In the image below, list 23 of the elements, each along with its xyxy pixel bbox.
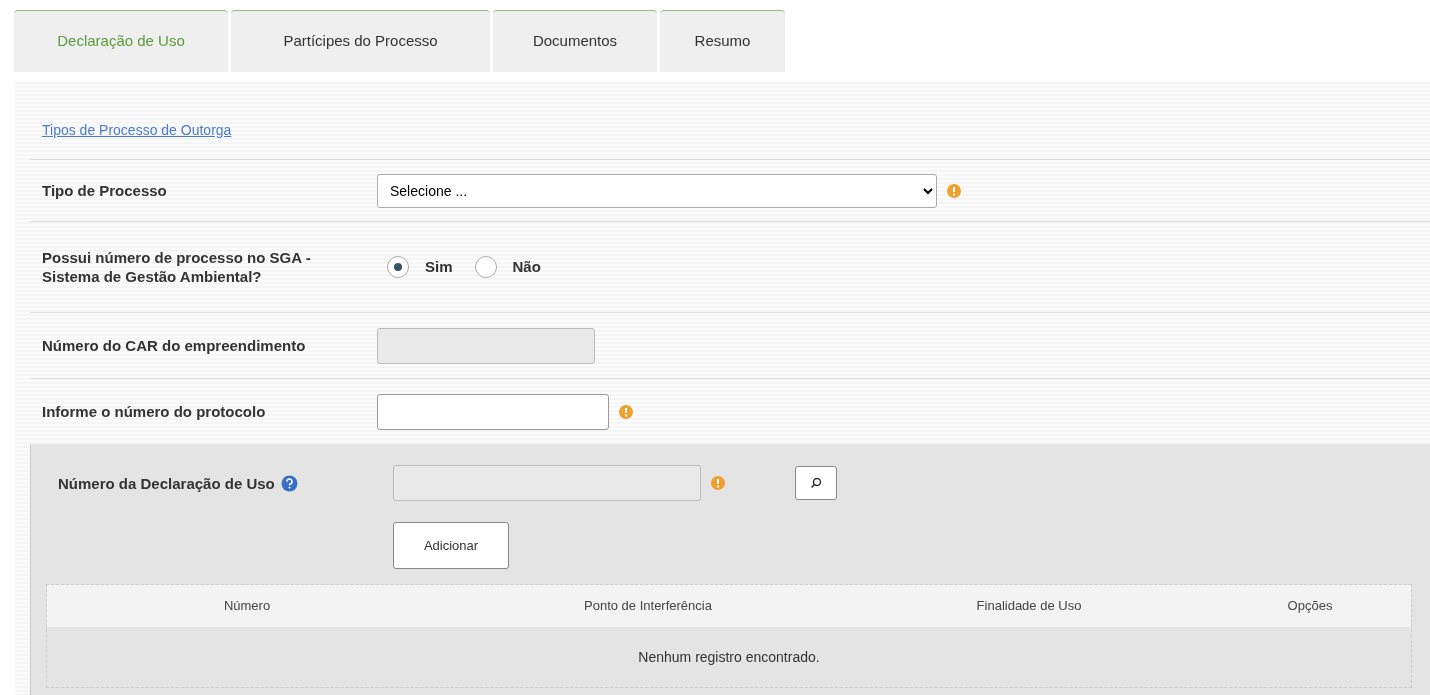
radio-button[interactable]	[474, 256, 497, 278]
column-header: Finalidade de Uso	[975, 597, 1083, 616]
tab[interactable]: Resumo	[660, 10, 785, 72]
field-label: Tipo de Processo	[42, 181, 168, 200]
radio-label: Não	[512, 256, 541, 277]
column-header: Número	[222, 597, 272, 616]
field-label: Informe o número do protocolo	[42, 402, 267, 421]
field-label: Possui número de processo no SGA - Sistema de Gestão Ambiental?	[42, 248, 312, 286]
tab[interactable]: Partícipes do Processo	[231, 10, 490, 72]
process-type-select[interactable]: Selecione ...	[377, 173, 937, 208]
help-icon	[280, 474, 298, 492]
process-types-link[interactable]: Tipos de Processo de Outorga	[42, 120, 232, 141]
tab[interactable]: Documentos	[493, 10, 657, 72]
search-icon	[810, 477, 822, 489]
column-header: Ponto de Interferência	[583, 597, 713, 616]
empty-message: Nenhum registro encontrado.	[638, 647, 820, 667]
column-header: Opções	[1286, 597, 1334, 616]
field-label: Número da Declaração de Uso	[58, 473, 275, 493]
radio-label: Sim	[425, 256, 453, 277]
text-field[interactable]	[377, 393, 609, 430]
radio-button[interactable]	[387, 256, 409, 278]
field-label: Número do CAR do empreendimento	[42, 336, 307, 355]
search-button[interactable]	[795, 466, 837, 500]
